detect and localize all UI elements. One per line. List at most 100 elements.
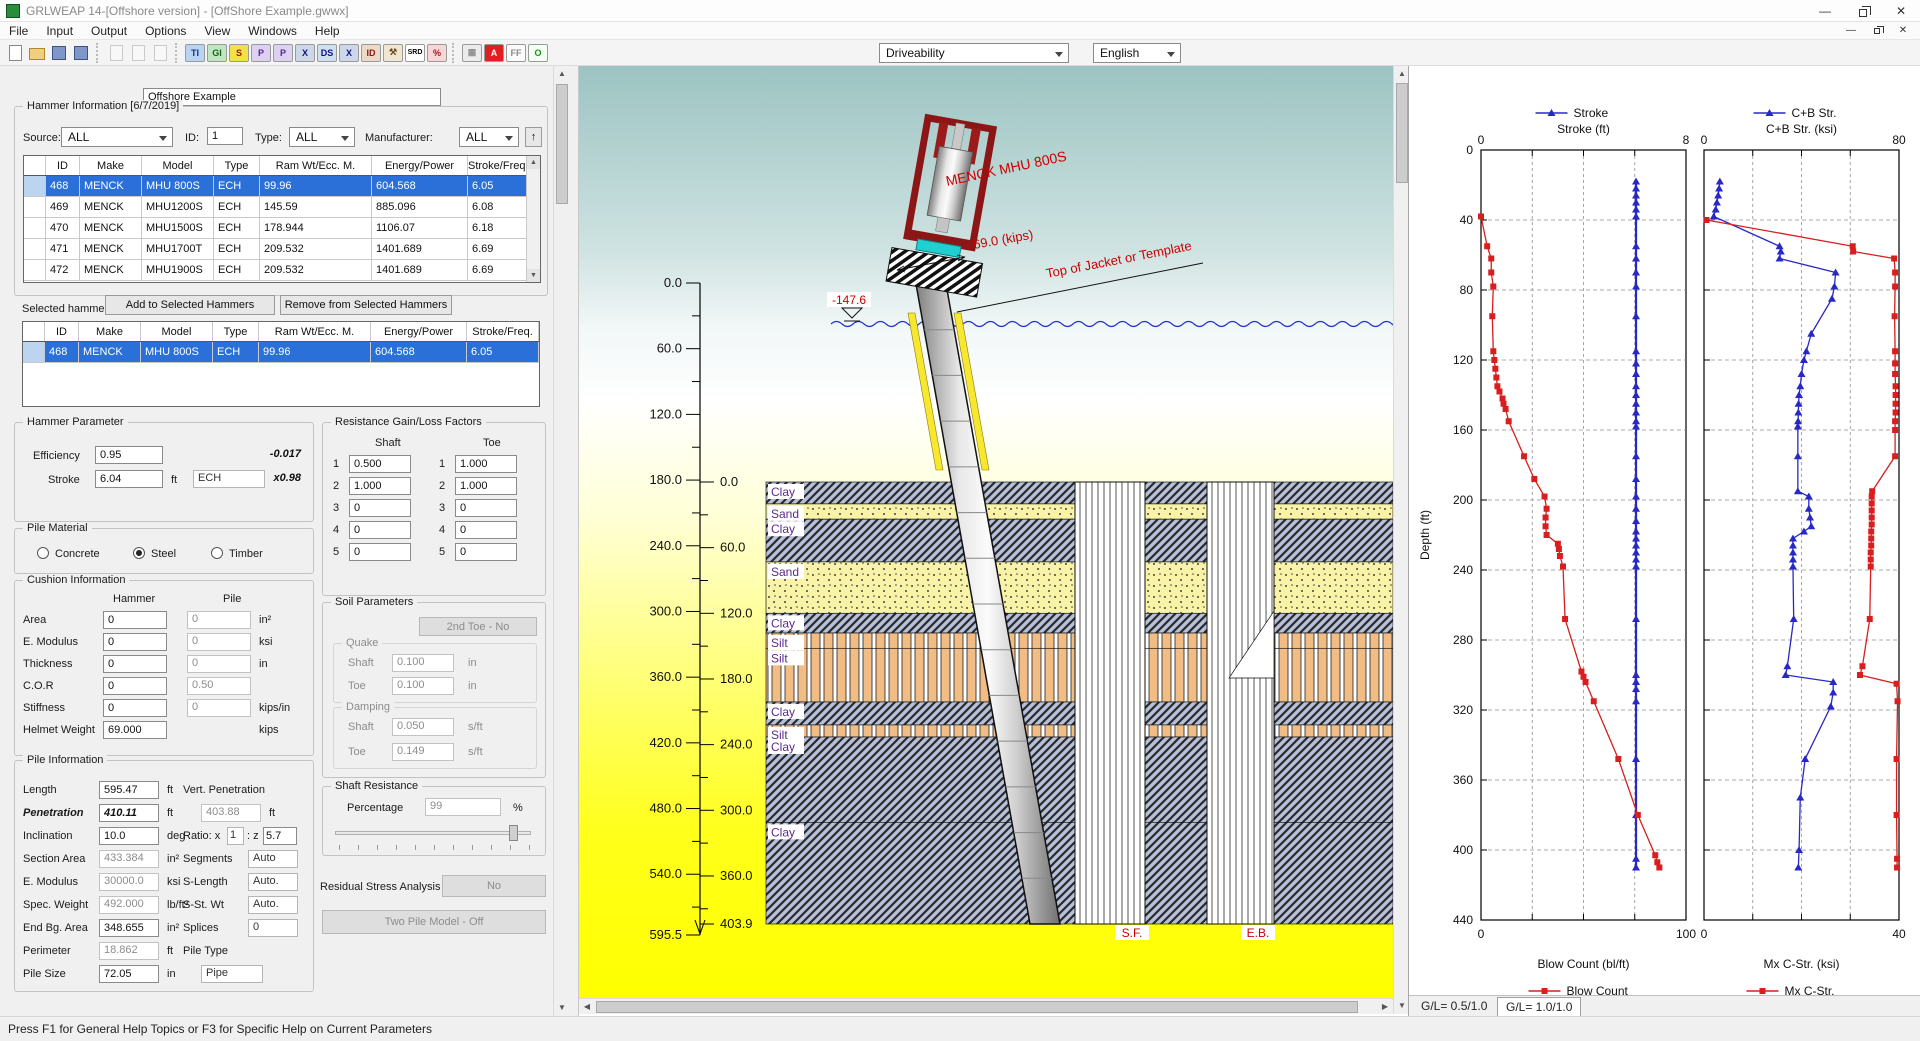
scroll-thumb[interactable] bbox=[596, 1001, 1358, 1013]
scroll-down-icon[interactable]: ▼ bbox=[527, 269, 540, 282]
child-restore-button[interactable] bbox=[1864, 23, 1890, 39]
efficiency-field[interactable] bbox=[95, 446, 163, 464]
gl-tab-1[interactable]: G/L= 0.5/1.0 bbox=[1413, 997, 1495, 1016]
table-scrollbar[interactable]: ▲▼ bbox=[526, 156, 540, 282]
slider-thumb[interactable] bbox=[509, 825, 518, 841]
hammer-database-table[interactable]: IDMakeModelTypeRam Wt/Ecc. M.Energy/Powe… bbox=[23, 155, 541, 283]
manufacturer-combobox[interactable]: ALL bbox=[459, 127, 519, 147]
save-icon[interactable] bbox=[49, 44, 69, 62]
pile-info-field[interactable] bbox=[99, 919, 159, 937]
second-toe-button[interactable]: 2nd Toe - No bbox=[419, 617, 537, 636]
menu-view[interactable]: View bbox=[195, 22, 239, 40]
drive-hammer-icon[interactable]: ⚒ bbox=[383, 44, 403, 62]
depth-table-icon[interactable]: DS bbox=[317, 44, 337, 62]
save-as-icon[interactable] bbox=[71, 44, 91, 62]
output-icon[interactable]: O bbox=[528, 44, 548, 62]
cushion-hammer-field[interactable] bbox=[103, 633, 167, 651]
shaft-factor-field[interactable] bbox=[349, 543, 411, 561]
table-view-icon[interactable]: ▦ bbox=[462, 44, 482, 62]
scroll-left-icon[interactable]: ◀ bbox=[579, 999, 595, 1015]
scroll-up-icon[interactable]: ▲ bbox=[527, 156, 540, 169]
copy-icon[interactable] bbox=[128, 44, 148, 62]
pile-input-icon[interactable]: P bbox=[251, 44, 271, 62]
print-icon[interactable] bbox=[106, 44, 126, 62]
shaft-factor-field[interactable] bbox=[349, 477, 411, 495]
cushion-hammer-field[interactable] bbox=[103, 721, 167, 739]
menu-options[interactable]: Options bbox=[136, 22, 195, 40]
two-pile-model-button[interactable]: Two Pile Model - Off bbox=[322, 910, 546, 934]
selected-hammers-table[interactable]: IDMakeModelTypeRam Wt/Ecc. M.Energy/Powe… bbox=[22, 321, 540, 407]
ratio-z-field[interactable] bbox=[263, 827, 297, 845]
scroll-right-icon[interactable]: ▶ bbox=[1377, 999, 1393, 1015]
cushion-hammer-field[interactable] bbox=[103, 655, 167, 673]
new-file-icon[interactable] bbox=[5, 44, 25, 62]
table-row[interactable]: 471MENCKMHU1700TECH209.5321401.6896.69 bbox=[24, 239, 540, 260]
scroll-up-button[interactable]: ↑ bbox=[525, 127, 542, 147]
child-close-button[interactable]: ✕ bbox=[1890, 23, 1916, 39]
source-combobox[interactable]: ALL bbox=[61, 127, 173, 147]
gl-tab-2[interactable]: G/L= 1.0/1.0 bbox=[1497, 997, 1581, 1016]
pile-info-field[interactable] bbox=[99, 781, 159, 799]
residual-stress-button[interactable]: No bbox=[442, 875, 546, 897]
toe-factor-field[interactable] bbox=[455, 521, 517, 539]
close-button[interactable]: ✕ bbox=[1882, 0, 1920, 22]
radio-timber[interactable] bbox=[211, 547, 223, 559]
inspection-data-icon[interactable]: ID bbox=[361, 44, 381, 62]
radio-concrete[interactable] bbox=[37, 547, 49, 559]
shaft-resistance-slider[interactable] bbox=[335, 831, 531, 835]
pile-info-field[interactable] bbox=[99, 965, 159, 983]
project-title-field[interactable] bbox=[143, 88, 441, 106]
hammer-id-field[interactable] bbox=[207, 127, 243, 145]
soil-input-icon[interactable]: S bbox=[229, 44, 249, 62]
language-combobox[interactable]: English bbox=[1093, 43, 1181, 63]
left-panel-scrollbar[interactable]: ▲ ▼ bbox=[553, 66, 570, 1016]
child-minimize-button[interactable]: — bbox=[1838, 23, 1864, 39]
analysis-x2-icon[interactable]: X bbox=[339, 44, 359, 62]
table-row[interactable]: 468MENCKMHU 800SECH99.96604.5686.05 bbox=[24, 176, 540, 197]
minimize-button[interactable]: — bbox=[1806, 0, 1844, 22]
open-file-icon[interactable] bbox=[27, 44, 47, 62]
menu-file[interactable]: File bbox=[0, 22, 37, 40]
table-row[interactable]: 469MENCKMHU1200SECH145.59885.0966.08 bbox=[24, 197, 540, 218]
pile-info-field[interactable] bbox=[99, 804, 159, 822]
graphic-h-scrollbar[interactable]: ◀ ▶ bbox=[579, 998, 1393, 1014]
table-row[interactable]: 468MENCKMHU 800SECH99.96604.5686.05 bbox=[23, 342, 539, 363]
analysis-x1-icon[interactable]: X bbox=[295, 44, 315, 62]
table-row[interactable]: 472MENCKMHU1900SECH209.5321401.6896.69 bbox=[24, 260, 540, 281]
menu-output[interactable]: Output bbox=[82, 22, 136, 40]
shaft-factor-field[interactable] bbox=[349, 499, 411, 517]
add-selected-hammers-button[interactable]: Add to Selected Hammers bbox=[105, 295, 275, 315]
cushion-hammer-field[interactable] bbox=[103, 611, 167, 629]
scroll-thumb[interactable] bbox=[1396, 83, 1408, 183]
type-combobox[interactable]: ALL bbox=[289, 127, 355, 147]
toe-factor-field[interactable] bbox=[455, 455, 517, 473]
general-info-icon[interactable]: GI bbox=[207, 44, 227, 62]
export-icon[interactable] bbox=[150, 44, 170, 62]
cushion-hammer-field[interactable] bbox=[103, 699, 167, 717]
shaft-factor-field[interactable] bbox=[349, 521, 411, 539]
scroll-up-icon[interactable]: ▲ bbox=[554, 66, 570, 82]
percent-icon[interactable]: % bbox=[427, 44, 447, 62]
pile-profile-icon[interactable]: P bbox=[273, 44, 293, 62]
toe-factor-field[interactable] bbox=[455, 477, 517, 495]
graphic-v-scrollbar[interactable]: ▲ ▼ bbox=[1393, 66, 1409, 1014]
toe-factor-field[interactable] bbox=[455, 543, 517, 561]
menu-windows[interactable]: Windows bbox=[239, 22, 306, 40]
remove-selected-hammers-button[interactable]: Remove from Selected Hammers bbox=[280, 295, 452, 315]
scroll-thumb[interactable] bbox=[556, 84, 568, 204]
menu-input[interactable]: Input bbox=[37, 22, 82, 40]
title-input-icon[interactable]: TI bbox=[185, 44, 205, 62]
table-row[interactable]: 470MENCKMHU1500SECH178.9441106.076.18 bbox=[24, 218, 540, 239]
analysis-mode-combobox[interactable]: Driveability bbox=[879, 43, 1069, 63]
analysis-a-icon[interactable]: A bbox=[484, 44, 504, 62]
cushion-hammer-field[interactable] bbox=[103, 677, 167, 695]
srd-icon[interactable]: SRD bbox=[405, 44, 425, 62]
restore-button[interactable] bbox=[1844, 0, 1882, 22]
ff-icon[interactable]: FF bbox=[506, 44, 526, 62]
stroke-field[interactable] bbox=[95, 470, 163, 488]
toe-factor-field[interactable] bbox=[455, 499, 517, 517]
pile-info-field[interactable] bbox=[99, 827, 159, 845]
radio-steel[interactable] bbox=[133, 547, 145, 559]
shaft-factor-field[interactable] bbox=[349, 455, 411, 473]
menu-help[interactable]: Help bbox=[306, 22, 349, 40]
